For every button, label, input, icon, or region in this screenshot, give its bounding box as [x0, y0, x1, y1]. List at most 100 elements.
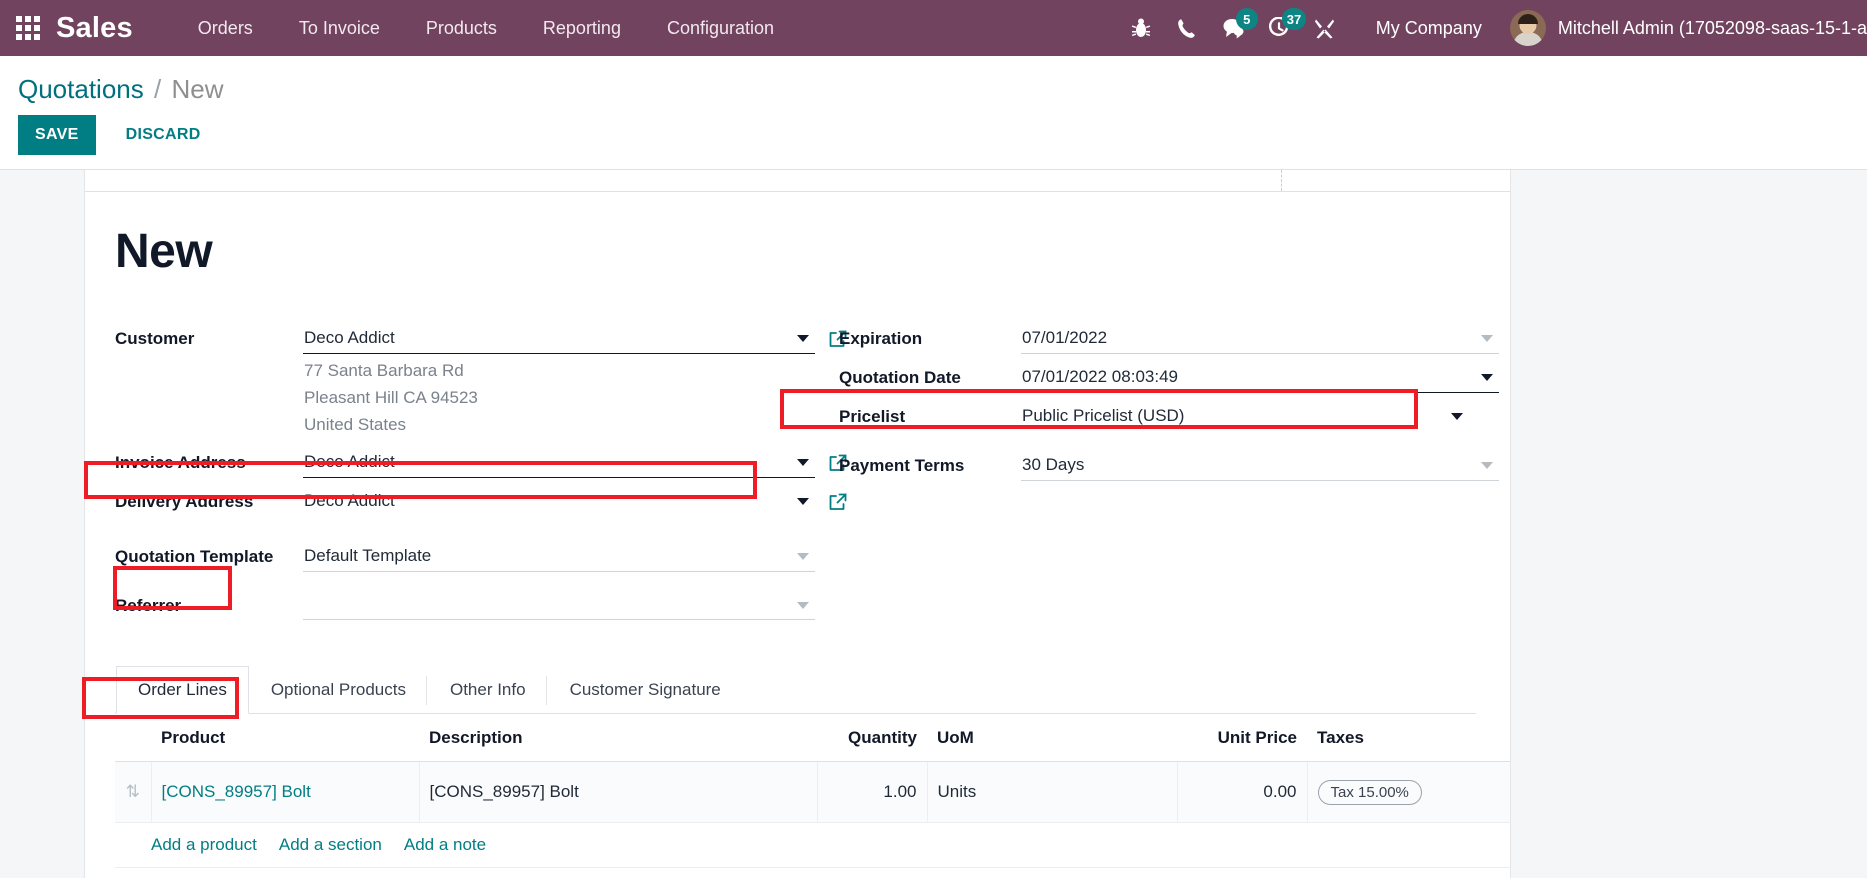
- chevron-down-icon[interactable]: [1451, 413, 1463, 421]
- field-row-expiration: Expiration 07/01/2022: [839, 322, 1499, 357]
- top-navbar: Sales Orders To Invoice Products Reporti…: [0, 0, 1867, 56]
- add-line-cell: Add a product Add a section Add a note: [115, 822, 1510, 869]
- form-sheet-column: New Customer Deco Addict 77 Santa Barbar…: [85, 170, 1510, 879]
- tab-order-lines[interactable]: Order Lines: [116, 666, 249, 715]
- field-row-payment-terms: Payment Terms 30 Days: [839, 449, 1499, 484]
- tax-badge: Tax 15.00%: [1317, 779, 1422, 805]
- field-row-quotation-template: Quotation Template Default Template: [115, 540, 815, 575]
- chevron-down-icon[interactable]: [797, 553, 809, 561]
- discard-button[interactable]: DISCARD: [110, 115, 217, 155]
- table-row[interactable]: ⇅ [CONS_89957] Bolt [CONS_89957] Bolt 1.…: [115, 761, 1510, 824]
- chevron-down-icon[interactable]: [1481, 335, 1493, 343]
- tab-other-info[interactable]: Other Info: [428, 666, 548, 714]
- chevron-down-icon[interactable]: [1481, 462, 1493, 470]
- field-row-invoice-address: Invoice Address Deco Addict: [115, 446, 847, 481]
- field-row-pricelist: Pricelist Public Pricelist (USD): [839, 400, 1499, 435]
- field-quotation-template: Default Template: [303, 540, 815, 573]
- payment-terms-input[interactable]: 30 Days: [1021, 449, 1499, 482]
- messages-icon[interactable]: 5: [1210, 0, 1258, 56]
- label-customer: Customer: [115, 329, 195, 349]
- user-menu[interactable]: Mitchell Admin (17052098-saas-15-1-a: [1500, 10, 1867, 46]
- cell-quantity[interactable]: 1.00: [817, 761, 928, 824]
- tools-icon[interactable]: [1302, 0, 1348, 56]
- cell-product[interactable]: [CONS_89957] Bolt: [151, 761, 420, 824]
- header-quantity: Quantity: [817, 714, 927, 763]
- phone-icon[interactable]: [1164, 0, 1210, 56]
- form-view-content: New Customer Deco Addict 77 Santa Barbar…: [0, 170, 1867, 879]
- chevron-down-icon[interactable]: [797, 335, 809, 343]
- cell-uom[interactable]: Units: [927, 761, 1178, 824]
- chevron-down-icon[interactable]: [1481, 374, 1493, 382]
- cell-description[interactable]: [CONS_89957] Bolt: [419, 761, 818, 824]
- tab-optional-products[interactable]: Optional Products: [249, 666, 428, 714]
- breadcrumb-quotations[interactable]: Quotations: [18, 74, 144, 104]
- address-line-country: United States: [304, 415, 407, 435]
- order-lines-table: Product Description Quantity UoM Unit Pr…: [115, 714, 1510, 869]
- field-customer: Deco Addict: [303, 322, 847, 355]
- menu-item-to-invoice[interactable]: To Invoice: [276, 0, 403, 56]
- header-taxes: Taxes: [1307, 714, 1510, 763]
- external-link-icon[interactable]: [827, 491, 849, 513]
- control-panel: Quotations / New SAVE DISCARD: [0, 56, 1867, 171]
- cell-unit-price[interactable]: 0.00: [1177, 761, 1308, 824]
- field-pricelist: Public Pricelist (USD) Update Prices: [1021, 400, 1499, 431]
- header-unit-price: Unit Price: [1177, 714, 1307, 763]
- statusbar-placeholder: [85, 170, 1510, 193]
- chevron-down-icon[interactable]: [797, 459, 809, 467]
- referrer-input[interactable]: [303, 589, 815, 621]
- save-button[interactable]: SAVE: [18, 115, 96, 156]
- form-column-left: Customer Deco Addict 77 Santa Barbara Rd…: [115, 322, 847, 624]
- quotation-template-input[interactable]: Default Template: [303, 540, 815, 573]
- breadcrumb-current: New: [171, 74, 224, 104]
- field-row-customer: Customer Deco Addict: [115, 322, 847, 357]
- delivery-address-input[interactable]: Deco Addict: [303, 485, 815, 516]
- chevron-down-icon[interactable]: [797, 498, 809, 506]
- expiration-input[interactable]: 07/01/2022: [1021, 322, 1499, 355]
- label-delivery-address: Delivery Address: [115, 492, 254, 512]
- bug-icon[interactable]: [1118, 0, 1164, 56]
- apps-grid-icon[interactable]: [0, 0, 56, 56]
- invoice-address-input[interactable]: Deco Addict: [303, 446, 815, 479]
- company-switcher[interactable]: My Company: [1348, 18, 1500, 39]
- right-gutter: [1510, 170, 1867, 879]
- field-row-delivery-address: Delivery Address Deco Addict: [115, 485, 847, 520]
- menu-item-products[interactable]: Products: [403, 0, 520, 56]
- address-line-city: Pleasant Hill CA 94523: [304, 388, 478, 408]
- label-invoice-address: Invoice Address: [115, 453, 246, 473]
- label-expiration: Expiration: [839, 329, 923, 349]
- breadcrumb: Quotations / New: [0, 74, 1867, 115]
- tab-customer-signature[interactable]: Customer Signature: [548, 666, 743, 714]
- messages-badge: 5: [1235, 8, 1258, 30]
- avatar: [1509, 10, 1546, 46]
- add-a-note-button[interactable]: Add a note: [404, 835, 486, 855]
- pricelist-input[interactable]: Public Pricelist (USD): [1021, 400, 1499, 431]
- field-referrer: [303, 589, 815, 621]
- label-referrer: Referrer: [115, 596, 182, 616]
- chevron-down-icon[interactable]: [797, 602, 809, 610]
- field-delivery-address: Deco Addict: [303, 485, 847, 516]
- navbar-systray: 5 37 My Company Mitchell Admin (17052098…: [1118, 0, 1867, 56]
- app-brand-sales[interactable]: Sales: [56, 12, 133, 45]
- activities-clock-icon[interactable]: 37: [1256, 0, 1307, 56]
- address-lines: 77 Santa Barbara Rd Pleasant Hill CA 945…: [303, 357, 815, 438]
- label-payment-terms: Payment Terms: [839, 456, 965, 476]
- add-a-section-button[interactable]: Add a section: [279, 835, 382, 855]
- label-quotation-template: Quotation Template: [115, 547, 274, 567]
- add-a-product-button[interactable]: Add a product: [151, 835, 257, 855]
- add-links: Add a product Add a section Add a note: [125, 835, 1510, 855]
- menu-item-orders[interactable]: Orders: [175, 0, 276, 56]
- quotation-date-input[interactable]: 07/01/2022 08:03:49: [1021, 361, 1499, 394]
- breadcrumb-separator: /: [153, 74, 162, 104]
- field-row-referrer: Referrer: [115, 589, 815, 624]
- customer-input[interactable]: Deco Addict: [303, 322, 815, 355]
- product-link[interactable]: [CONS_89957] Bolt: [162, 782, 311, 801]
- header-uom: UoM: [927, 714, 1177, 763]
- form-columns: Customer Deco Addict 77 Santa Barbara Rd…: [115, 322, 1499, 624]
- cell-taxes[interactable]: Tax 15.00%: [1307, 761, 1510, 824]
- menu-item-reporting[interactable]: Reporting: [520, 0, 644, 56]
- menu-item-configuration[interactable]: Configuration: [644, 0, 797, 56]
- drag-handle-icon[interactable]: ⇅: [115, 761, 152, 824]
- header-handle-spacer: [115, 714, 151, 763]
- add-line-row: Add a product Add a section Add a note: [115, 822, 1510, 869]
- header-product: Product: [151, 714, 419, 763]
